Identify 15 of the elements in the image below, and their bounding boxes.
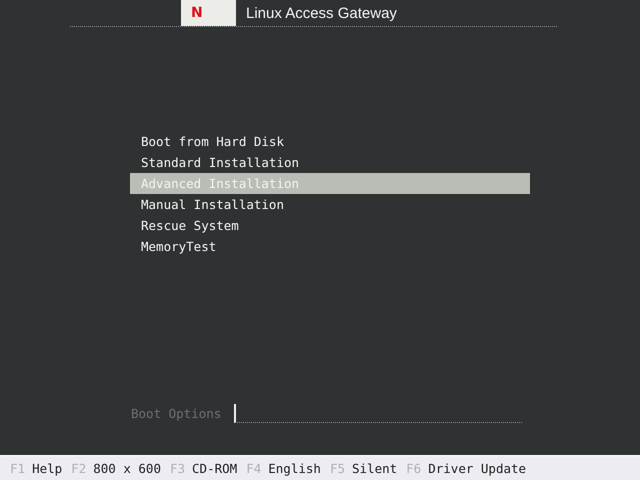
menu-item[interactable]: Standard Installation <box>130 152 530 173</box>
function-key[interactable]: F2 800 x 600 <box>71 460 161 476</box>
window-title: Linux Access Gateway <box>246 4 397 24</box>
menu-item[interactable]: Boot from Hard Disk <box>130 131 530 152</box>
function-key[interactable]: F3 CD-ROM <box>170 460 238 476</box>
logo: N <box>181 0 236 26</box>
menu-item[interactable]: Rescue System <box>130 215 530 236</box>
function-key[interactable]: F4 English <box>246 460 321 476</box>
boot-options-label: Boot Options <box>131 405 222 423</box>
function-key[interactable]: F1 Help <box>10 460 62 476</box>
boot-options-field[interactable] <box>234 404 522 423</box>
menu-item[interactable]: MemoryTest <box>130 236 530 257</box>
menu-item[interactable]: Manual Installation <box>130 194 530 215</box>
function-key[interactable]: F6 Driver Update <box>406 460 526 476</box>
function-key[interactable]: F5 Silent <box>330 460 398 476</box>
